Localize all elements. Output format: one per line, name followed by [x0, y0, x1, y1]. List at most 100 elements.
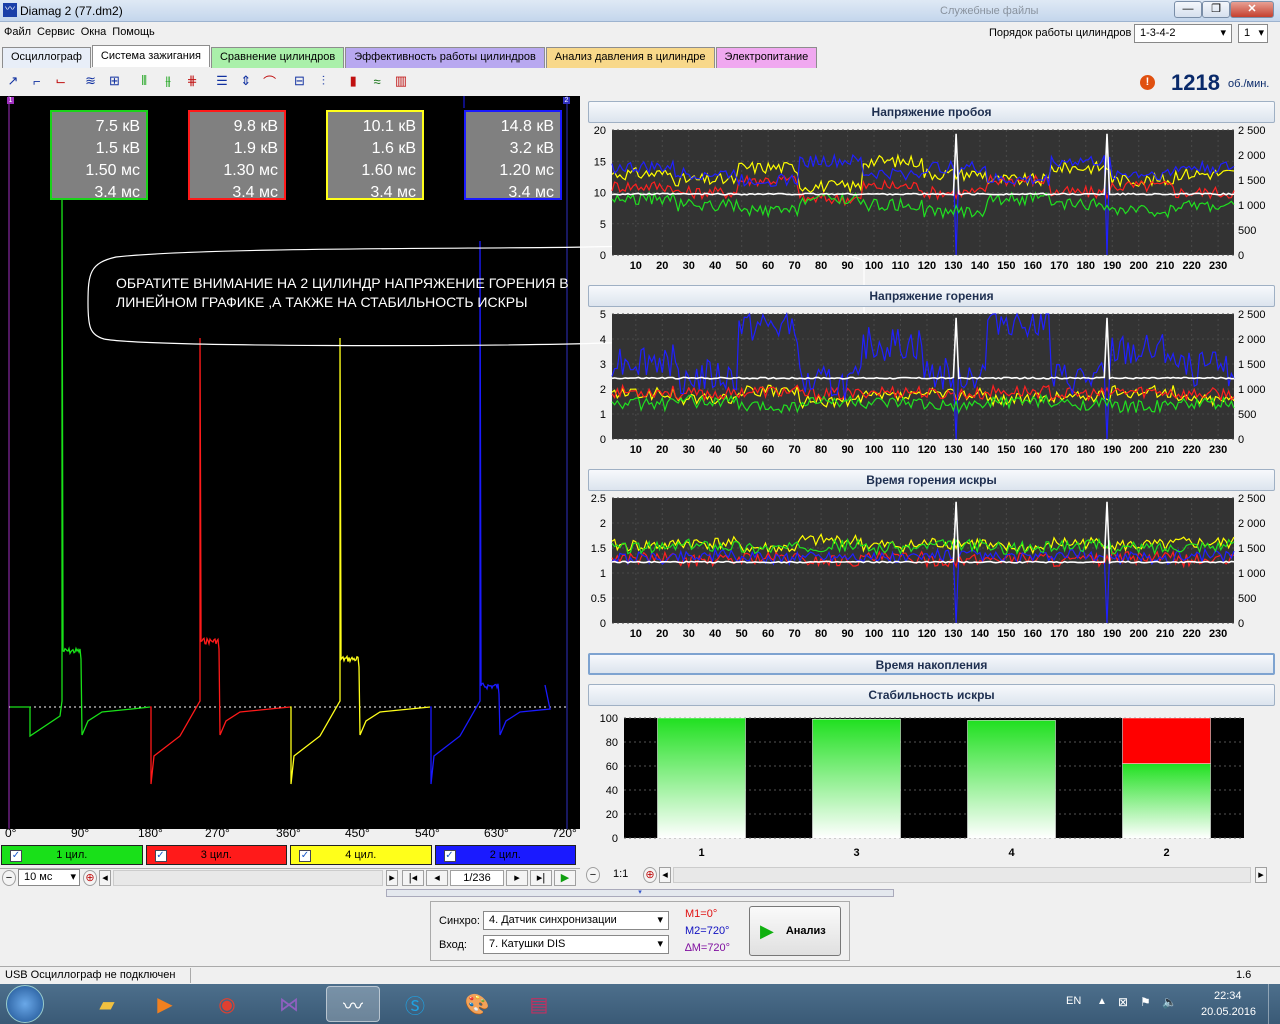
- flag-icon[interactable]: ⚑: [1140, 995, 1151, 1009]
- scroll-right-icon[interactable]: ▸: [1255, 867, 1267, 883]
- zoom-fit-icon[interactable]: ⇕: [235, 70, 257, 92]
- marker-2-flag[interactable]: 2: [563, 97, 570, 104]
- input-select[interactable]: 7. Катушки DIS ▾: [483, 935, 669, 954]
- x-tick-label: 210: [1156, 628, 1174, 640]
- rpm-tick-label: 0: [1238, 250, 1244, 262]
- peak-hold-icon[interactable]: ⌒: [259, 70, 281, 92]
- scrollbar-track[interactable]: [673, 867, 1251, 883]
- winrar-icon[interactable]: ▤: [512, 986, 566, 1022]
- marker-m1: M1=0°: [685, 908, 718, 920]
- x-tick-label: 110: [892, 444, 910, 456]
- panel-spark-stability[interactable]: Стабильность искры: [588, 684, 1275, 706]
- scroll-right-icon[interactable]: ▸: [386, 870, 398, 886]
- maximize-button[interactable]: ❐: [1202, 1, 1230, 18]
- clock-date[interactable]: 20.05.2016: [1201, 1006, 1256, 1018]
- falling-edge-icon[interactable]: ⌙: [50, 70, 72, 92]
- y-tick-label: 5: [600, 219, 606, 231]
- next-frame-icon[interactable]: ▸: [506, 870, 528, 886]
- oscilloscope-view[interactable]: 1 2 7.5 кВ 1.5 кВ 1.50 мс 3.4 мс 9.8 кВ …: [0, 96, 580, 829]
- play-icon[interactable]: ▶: [554, 870, 576, 886]
- raster-icon[interactable]: ⋕: [181, 70, 203, 92]
- y-tick-label: 2: [600, 384, 606, 396]
- zoom-out-icon[interactable]: −: [586, 867, 600, 883]
- media-player-icon[interactable]: ▶: [138, 986, 192, 1022]
- checkbox-checked-icon[interactable]: ✓: [10, 850, 22, 862]
- waveform-icon[interactable]: ≈: [366, 70, 388, 92]
- checkbox-checked-icon[interactable]: ✓: [154, 850, 167, 862]
- volume-icon[interactable]: 🔈: [1162, 995, 1177, 1009]
- cyl-2-toggle[interactable]: ✓ 2 цил.: [434, 845, 576, 865]
- tab-bar: Осциллограф Система зажигания Сравнение …: [2, 45, 818, 68]
- cursor-pair-icon[interactable]: ⫶: [312, 70, 334, 92]
- prev-frame-icon[interactable]: ◂: [426, 870, 448, 886]
- checkbox-checked-icon[interactable]: ✓: [299, 850, 311, 862]
- scrollbar-track[interactable]: [113, 870, 383, 886]
- panel-burn-voltage[interactable]: Напряжение горения: [588, 285, 1275, 307]
- firing-order-select[interactable]: 1-3-4-2 ▾: [1134, 24, 1232, 43]
- superimpose-icon[interactable]: ⫵: [157, 70, 179, 92]
- tab-oscilloscope[interactable]: Осциллограф: [2, 47, 91, 68]
- visual-studio-icon[interactable]: ⋈: [262, 986, 316, 1022]
- cylinder-spinner[interactable]: 1 ▾: [1238, 24, 1268, 43]
- menu-windows[interactable]: Окна: [81, 26, 107, 38]
- diamag-icon[interactable]: 〰: [326, 986, 380, 1022]
- measure-icon[interactable]: ⊟: [289, 70, 311, 92]
- menu-help[interactable]: Помощь: [112, 26, 155, 38]
- zoom-in-icon[interactable]: ⊕: [643, 867, 657, 883]
- first-frame-icon[interactable]: |◂: [402, 870, 424, 886]
- minimize-button[interactable]: —: [1174, 1, 1202, 18]
- bar-chart-icon[interactable]: ▮: [342, 70, 364, 92]
- scroll-left-icon[interactable]: ◂: [659, 867, 671, 883]
- language-indicator[interactable]: EN: [1066, 995, 1081, 1007]
- rising-edge-icon[interactable]: ⌐: [26, 70, 48, 92]
- parade-icon[interactable]: ⫴: [133, 70, 155, 92]
- timebase-select[interactable]: 10 мс ▾: [18, 869, 80, 886]
- marker-1-flag[interactable]: 1: [7, 97, 14, 104]
- panel-burn-time[interactable]: Время горения искры: [588, 469, 1275, 491]
- last-frame-icon[interactable]: ▸|: [530, 870, 552, 886]
- paint-icon[interactable]: 🎨: [450, 986, 504, 1022]
- tab-cylinder-efficiency[interactable]: Эффективность работы цилиндров: [345, 47, 545, 68]
- tray-arrow-icon[interactable]: ▲: [1097, 996, 1107, 1007]
- x-tick-label: 170: [1050, 628, 1068, 640]
- tab-power-supply[interactable]: Электропитание: [715, 47, 818, 68]
- histogram-icon[interactable]: ▥: [390, 70, 412, 92]
- tab-pressure-analysis[interactable]: Анализ давления в цилиндре: [545, 47, 715, 68]
- cyl-label: 1 цил.: [56, 849, 88, 861]
- skype-icon[interactable]: Ⓢ: [388, 986, 442, 1022]
- menu-service[interactable]: Сервис: [37, 26, 75, 38]
- cursor-tool-icon[interactable]: ↗: [2, 70, 24, 92]
- cyl-3-toggle[interactable]: ✓ 3 цил.: [145, 845, 287, 865]
- show-desktop-button[interactable]: [1268, 984, 1280, 1024]
- breakdown-kv: 9.8 кВ: [233, 118, 278, 135]
- close-button[interactable]: ✕: [1230, 1, 1274, 18]
- ignition-waveforms: [8, 96, 568, 829]
- grid-lines-icon[interactable]: ☰: [211, 70, 233, 92]
- x-tick-label: 40: [709, 628, 721, 640]
- cyl-1-toggle[interactable]: ✓ 1 цил.: [1, 845, 143, 865]
- x-tick-label: 4: [1008, 847, 1015, 859]
- checkbox-checked-icon[interactable]: ✓: [443, 850, 456, 862]
- zoom-out-icon[interactable]: −: [2, 870, 16, 886]
- analyze-button[interactable]: ▶ Анализ: [749, 906, 841, 956]
- chrome-icon[interactable]: ◉: [200, 986, 254, 1022]
- start-button[interactable]: [6, 985, 44, 1023]
- timebase-value: 10 мс: [24, 871, 53, 883]
- order-1234-icon[interactable]: ⊞: [103, 70, 125, 92]
- cyl-label: 4 цил.: [345, 849, 377, 861]
- channel-stack-icon[interactable]: ≋: [80, 70, 102, 92]
- panel-dwell-time[interactable]: Время накопления: [588, 653, 1275, 675]
- splitter-grip[interactable]: ▾: [386, 889, 894, 897]
- folder-icon[interactable]: ▰: [80, 986, 134, 1022]
- scroll-left-icon[interactable]: ◂: [99, 870, 111, 886]
- tab-cylinder-compare[interactable]: Сравнение цилиндров: [210, 47, 345, 68]
- cyl-4-toggle[interactable]: ✓ 4 цил.: [290, 845, 432, 865]
- sync-select[interactable]: 4. Датчик синхронизации ▾: [483, 911, 669, 930]
- zoom-in-icon[interactable]: ⊕: [83, 870, 97, 886]
- x-tick-label: 180: [1077, 260, 1095, 272]
- network-icon[interactable]: ⊠: [1118, 995, 1128, 1009]
- panel-breakdown-voltage[interactable]: Напряжение пробоя: [588, 101, 1275, 123]
- menu-file[interactable]: Файл: [4, 26, 31, 38]
- tab-ignition[interactable]: Система зажигания: [91, 45, 210, 67]
- clock-time[interactable]: 22:34: [1214, 990, 1242, 1002]
